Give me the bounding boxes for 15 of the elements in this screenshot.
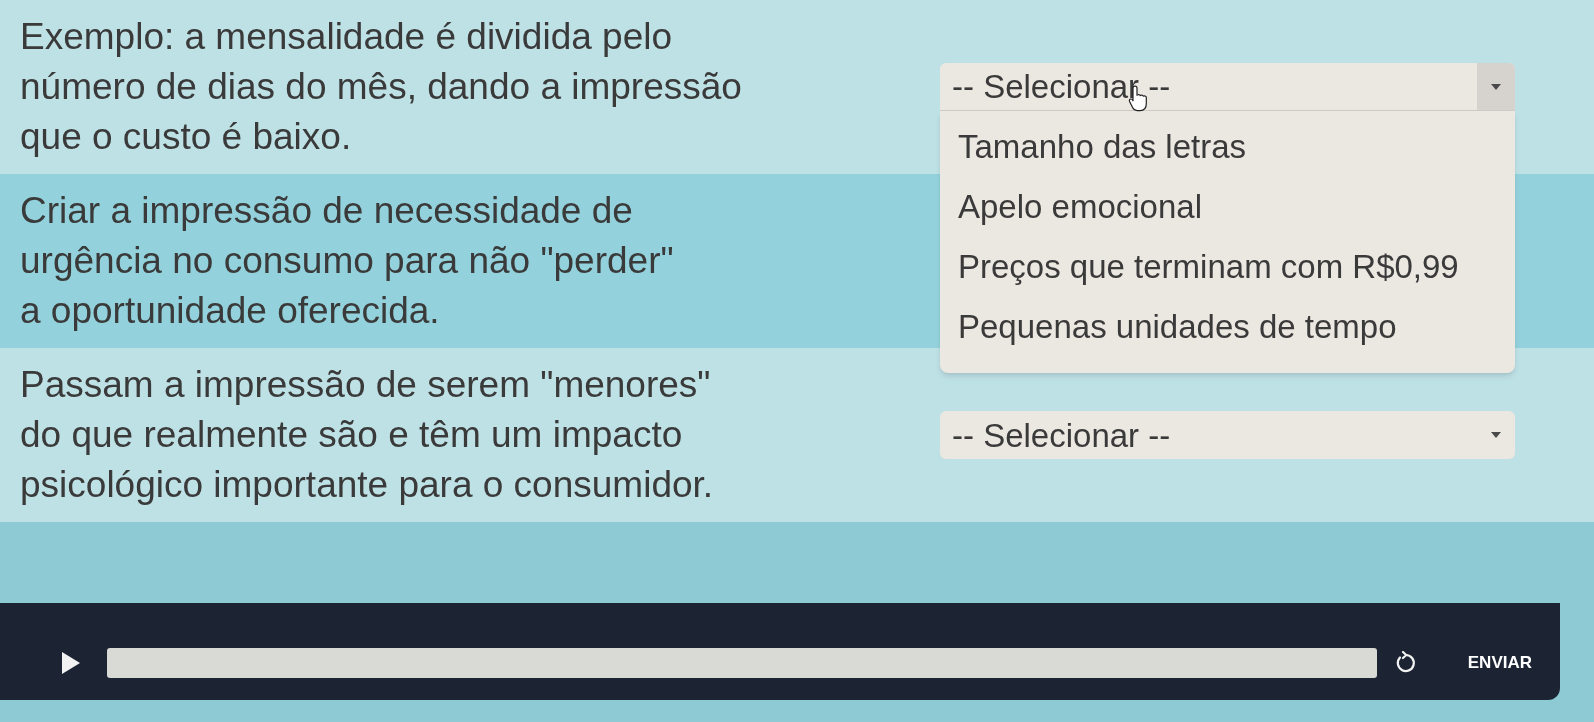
statement-text: Passam a impressão de serem "menores" do que realmente são e têm um impacto psicológico importante para o consumidor. — [19, 363, 715, 507]
caret-icon — [1491, 83, 1501, 90]
caret-icon — [1491, 432, 1501, 438]
dropdown-select[interactable]: -- Selecionar -- — [940, 411, 1515, 459]
progress-track[interactable] — [107, 647, 1377, 678]
reload-icon[interactable] — [1394, 650, 1418, 675]
play-icon[interactable] — [62, 651, 80, 674]
dropdown-option[interactable]: Pequenas unidades de tempo — [940, 297, 1515, 357]
submit-button[interactable]: ENVIAR — [1459, 643, 1540, 682]
dropdown-select[interactable]: -- Selecionar -- — [940, 63, 1515, 111]
dropdown-option[interactable]: Tamanho das letras — [940, 117, 1515, 177]
dropdown-option[interactable]: Preços que terminam com R$0,99 — [940, 237, 1515, 297]
statement-text: Exemplo: a mensalidade é dividida pelo número de dias do mês, dando a impressão que o custo é baixo. — [19, 15, 743, 159]
statement-text: Criar a impressão de necessidade de urgência no consumo para não "perder" a oportunidade oferecida. — [19, 189, 675, 333]
dropdown-option[interactable]: Apelo emocional — [940, 177, 1515, 237]
